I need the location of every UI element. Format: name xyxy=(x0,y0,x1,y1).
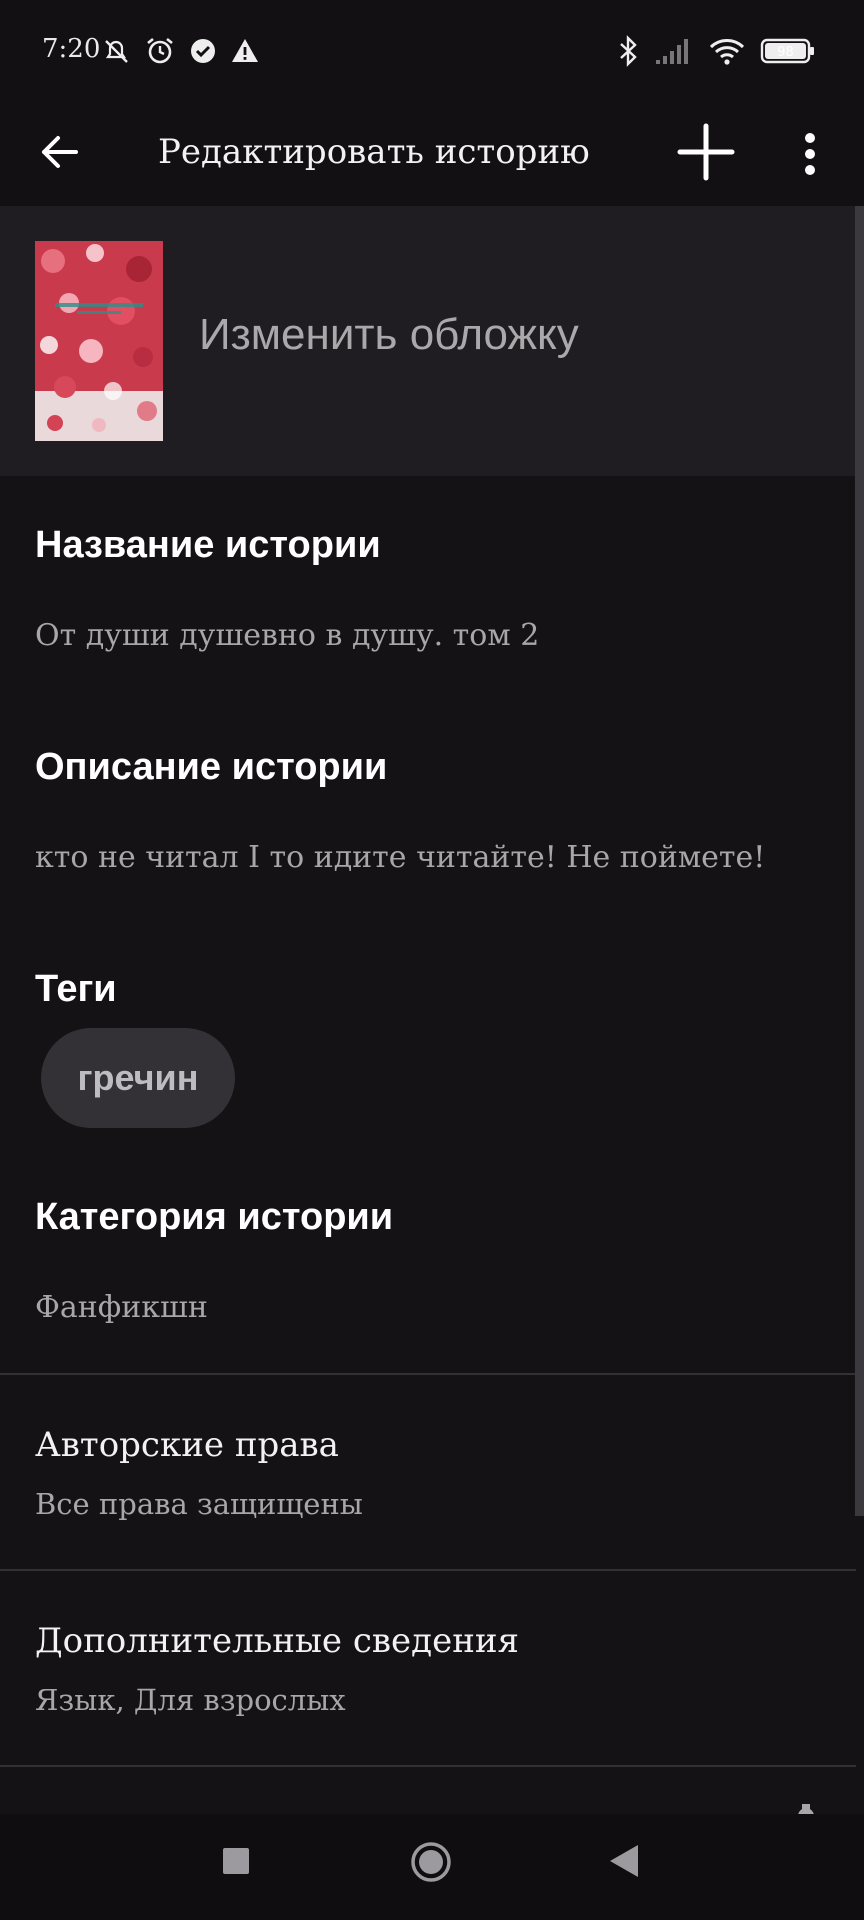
extra-info-label: Дополнительные сведения xyxy=(35,1621,519,1661)
status-time: 7:20 xyxy=(42,34,101,64)
back-button[interactable] xyxy=(34,124,90,180)
edit-story-form: Изменить обложку Название истории От душ… xyxy=(0,206,856,1814)
recent-apps-button[interactable] xyxy=(222,1847,250,1875)
extra-info-value: Язык, Для взрослых xyxy=(35,1683,346,1717)
story-description-field[interactable]: кто не читал I то идите читайте! Не пойм… xyxy=(35,840,765,875)
recent-apps-icon xyxy=(223,1848,249,1874)
story-description-label: Описание истории xyxy=(35,746,388,788)
story-title-field[interactable]: От души душевно в душу. том 2 xyxy=(35,618,539,653)
status-icons-left xyxy=(100,34,260,68)
battery-icon: 98 xyxy=(760,38,814,64)
signal-icon xyxy=(656,39,688,64)
add-part-button[interactable] xyxy=(674,120,738,184)
home-icon xyxy=(411,1842,451,1882)
page-title: Редактировать историю xyxy=(158,132,590,172)
more-vert-icon xyxy=(805,133,815,175)
change-cover-row[interactable]: Изменить обложку xyxy=(0,206,856,476)
cover-image[interactable] xyxy=(35,241,163,441)
status-bar: 7:20 98 xyxy=(0,0,864,100)
wifi-icon xyxy=(709,39,745,65)
home-button[interactable] xyxy=(410,1841,452,1883)
app-bar: Редактировать историю xyxy=(0,100,864,206)
story-title-label: Название истории xyxy=(35,524,381,566)
bluetooth-icon xyxy=(620,35,637,67)
change-cover-label: Изменить обложку xyxy=(199,310,579,359)
mute-notifications-icon xyxy=(105,40,128,63)
copyright-row[interactable]: Авторские права Все права защищены xyxy=(0,1375,856,1569)
system-nav-bar xyxy=(0,1814,864,1920)
system-back-button[interactable] xyxy=(606,1842,642,1880)
copyright-label: Авторские права xyxy=(35,1425,339,1465)
more-options-button[interactable] xyxy=(788,122,832,186)
extra-info-row[interactable]: Дополнительные сведения Язык, Для взросл… xyxy=(0,1571,856,1765)
check-circle-icon xyxy=(191,39,215,63)
arrow-left-icon xyxy=(42,136,78,168)
alarm-icon xyxy=(147,37,173,64)
status-icons-right: 98 xyxy=(618,34,816,68)
partial-icon xyxy=(798,1804,814,1814)
divider xyxy=(0,1765,856,1767)
category-field[interactable]: Фанфикшн xyxy=(35,1290,208,1325)
tag-chip[interactable]: гречин xyxy=(41,1028,235,1128)
plus-icon xyxy=(677,123,735,181)
category-label: Категория истории xyxy=(35,1196,394,1238)
warning-icon xyxy=(232,39,258,62)
scrollbar[interactable] xyxy=(855,206,864,1516)
back-triangle-icon xyxy=(610,1845,638,1877)
tags-label: Теги xyxy=(35,968,117,1010)
battery-level: 98 xyxy=(777,45,794,60)
copyright-value: Все права защищены xyxy=(35,1487,363,1521)
